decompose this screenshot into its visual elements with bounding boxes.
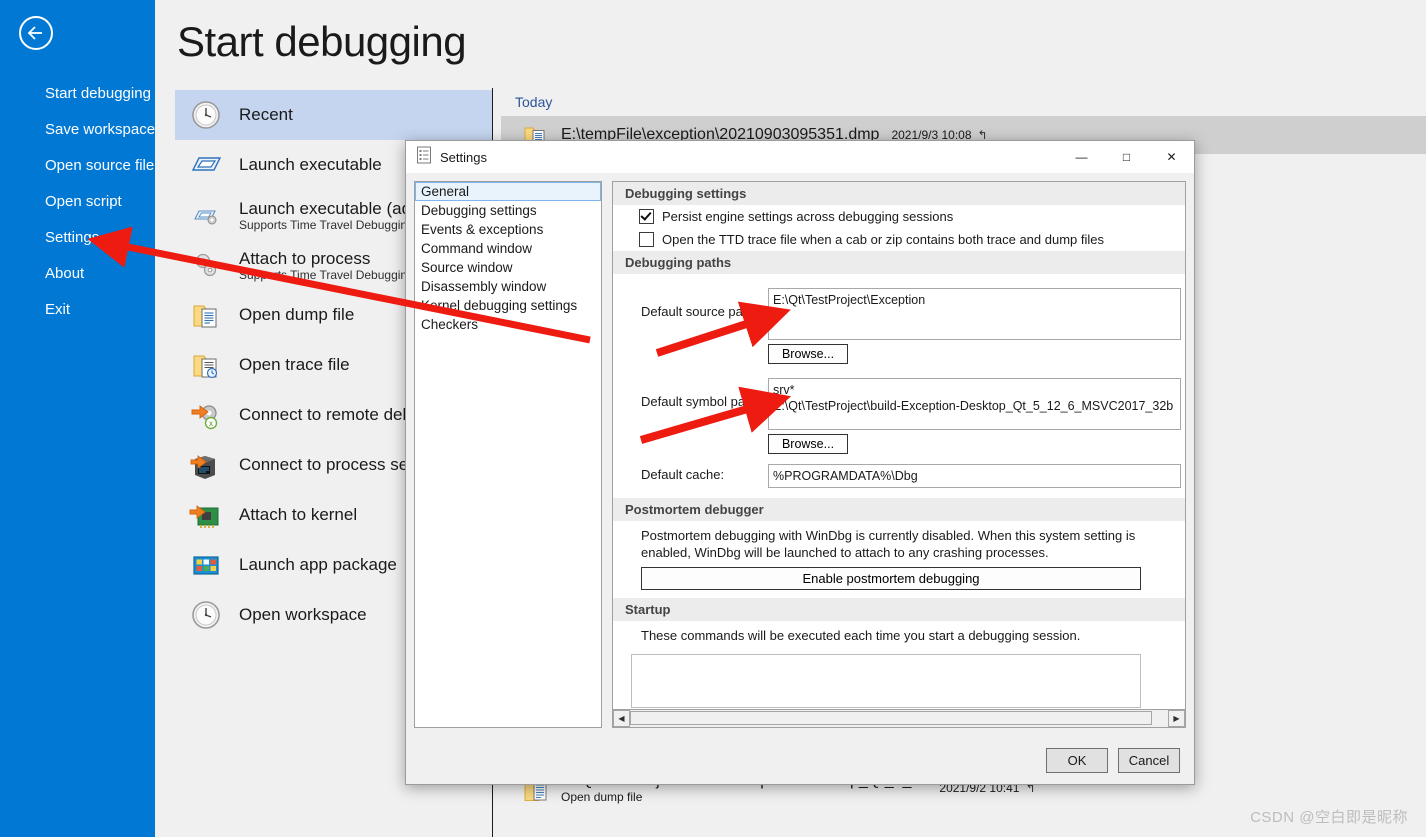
checkbox-open-ttd-trace[interactable] (639, 232, 654, 247)
group-header-startup: Startup (613, 598, 1185, 621)
kernel-board-icon (189, 498, 223, 532)
scroll-left-arrow-icon[interactable]: ◀ (613, 710, 630, 727)
command-label: Open dump file (239, 305, 355, 324)
command-label: Recent (239, 105, 293, 124)
category-kernel-debugging-settings[interactable]: Kernel debugging settings (415, 296, 601, 315)
sidebar-item-save-workspace[interactable]: Save workspace (0, 112, 155, 148)
recent-group-label: Today (515, 94, 553, 110)
command-label: Attach to kernel (239, 505, 358, 524)
clock-icon (189, 98, 223, 132)
command-label: Launch app package (239, 555, 397, 574)
category-events-exceptions[interactable]: Events & exceptions (415, 220, 601, 239)
sidebar-nav: Start debugging Save workspace Open sour… (0, 76, 155, 328)
settings-scroll-content: Debugging settings Persist engine settin… (612, 181, 1186, 709)
category-checkers[interactable]: Checkers (415, 315, 601, 334)
command-label: Open trace file (239, 355, 350, 374)
category-command-window[interactable]: Command window (415, 239, 601, 258)
command-recent[interactable]: Recent (175, 90, 493, 140)
checkbox-row-persist-engine-settings[interactable]: Persist engine settings across debugging… (613, 205, 1185, 228)
input-default-cache[interactable]: %PROGRAMDATA%\Dbg (768, 464, 1181, 488)
settings-dialog: Settings — □ ✕ General Debugging setting… (405, 140, 1195, 785)
ok-button[interactable]: OK (1046, 747, 1108, 773)
settings-category-list: General Debugging settings Events & exce… (414, 181, 602, 728)
backstage-sidebar: Start debugging Save workspace Open sour… (0, 0, 155, 837)
settings-detail-pane: Debugging settings Persist engine settin… (612, 181, 1186, 728)
svg-text:x: x (209, 419, 213, 428)
startup-description: These commands will be executed each tim… (641, 628, 1081, 643)
browse-source-path-button[interactable]: Browse... (768, 344, 848, 364)
input-default-symbol-path[interactable]: srv* E:\Qt\TestProject\build-Exception-D… (768, 378, 1181, 430)
row-default-symbol-path: Default symbol path: srv* E:\Qt\TestProj… (613, 378, 1185, 430)
dialog-body: General Debugging settings Events & exce… (406, 173, 1194, 736)
gears-icon (189, 248, 223, 282)
category-debugging-settings[interactable]: Debugging settings (415, 201, 601, 220)
settings-document-icon (416, 146, 432, 169)
folder-document-icon (189, 298, 223, 332)
category-disassembly-window[interactable]: Disassembly window (415, 277, 601, 296)
dialog-title: Settings (440, 149, 487, 165)
sidebar-item-open-script[interactable]: Open script (0, 184, 155, 220)
sidebar-item-open-source-file[interactable]: Open source file (0, 148, 155, 184)
row-default-cache: Default cache: %PROGRAMDATA%\Dbg (613, 464, 1185, 488)
postmortem-button-wrap: Enable postmortem debugging (613, 565, 1185, 598)
scroll-right-arrow-icon[interactable]: ▶ (1168, 710, 1185, 727)
minimize-button[interactable]: — (1059, 141, 1104, 173)
checkbox-row-open-ttd-trace[interactable]: Open the TTD trace file when a cab or zi… (613, 228, 1185, 251)
dialog-footer: OK Cancel (406, 736, 1194, 784)
checkbox-label: Persist engine settings across debugging… (662, 209, 954, 224)
csdn-watermark: CSDN @空白即是昵称 (1250, 809, 1408, 826)
remote-connect-icon: x (189, 398, 223, 432)
cancel-button[interactable]: Cancel (1118, 747, 1180, 773)
label-default-source-path: Default source path: (641, 304, 758, 319)
maximize-button[interactable]: □ (1104, 141, 1149, 173)
folder-trace-icon (189, 348, 223, 382)
checkbox-persist-engine-settings[interactable] (639, 209, 654, 224)
row-symbol-browse: Browse... (613, 434, 1185, 454)
command-label: Launch executable (239, 155, 382, 174)
server-connect-icon (189, 448, 223, 482)
horizontal-scrollbar[interactable]: ◀ ▶ (612, 709, 1186, 728)
dialog-titlebar[interactable]: Settings — □ ✕ (406, 141, 1194, 173)
window-icon (189, 148, 223, 182)
category-source-window[interactable]: Source window (415, 258, 601, 277)
window-gear-icon (189, 198, 223, 232)
row-source-browse: Browse... (613, 344, 1185, 364)
back-arrow-icon (27, 26, 42, 40)
scrollbar-thumb[interactable] (630, 711, 1152, 725)
enable-postmortem-debugging-button[interactable]: Enable postmortem debugging (641, 567, 1141, 590)
app-package-icon (189, 548, 223, 582)
sidebar-item-about[interactable]: About (0, 256, 155, 292)
group-header-debugging-paths: Debugging paths (613, 251, 1185, 274)
scrollbar-track[interactable] (630, 710, 1168, 727)
sidebar-item-start-debugging[interactable]: Start debugging (0, 76, 155, 112)
label-default-symbol-path: Default symbol path: (641, 394, 760, 409)
group-header-debugging-settings: Debugging settings (613, 182, 1185, 205)
sidebar-item-settings[interactable]: Settings (0, 220, 155, 256)
startup-commands-textarea[interactable] (631, 654, 1141, 708)
close-button[interactable]: ✕ (1149, 141, 1194, 173)
screenshot-root: Start debugging Recent Launch executable (0, 0, 1426, 837)
clock-icon (189, 598, 223, 632)
page-title: Start debugging (177, 18, 467, 65)
browse-symbol-path-button[interactable]: Browse... (768, 434, 848, 454)
row-default-source-path: Default source path: E:\Qt\TestProject\E… (613, 288, 1185, 340)
command-sublabel: Supports Time Travel Debugging (239, 267, 414, 282)
checkbox-label: Open the TTD trace file when a cab or zi… (662, 232, 1104, 247)
sidebar-item-exit[interactable]: Exit (0, 292, 155, 328)
command-label: Open workspace (239, 605, 367, 624)
command-label: Attach to process (239, 248, 371, 268)
input-default-source-path[interactable]: E:\Qt\TestProject\Exception (768, 288, 1181, 340)
recent-item-sublabel: Open dump file (561, 790, 643, 804)
postmortem-description: Postmortem debugging with WinDbg is curr… (641, 528, 1136, 560)
category-general[interactable]: General (415, 182, 601, 201)
back-button[interactable] (19, 16, 53, 50)
group-header-postmortem-debugger: Postmortem debugger (613, 498, 1185, 521)
label-default-cache: Default cache: (641, 467, 725, 482)
